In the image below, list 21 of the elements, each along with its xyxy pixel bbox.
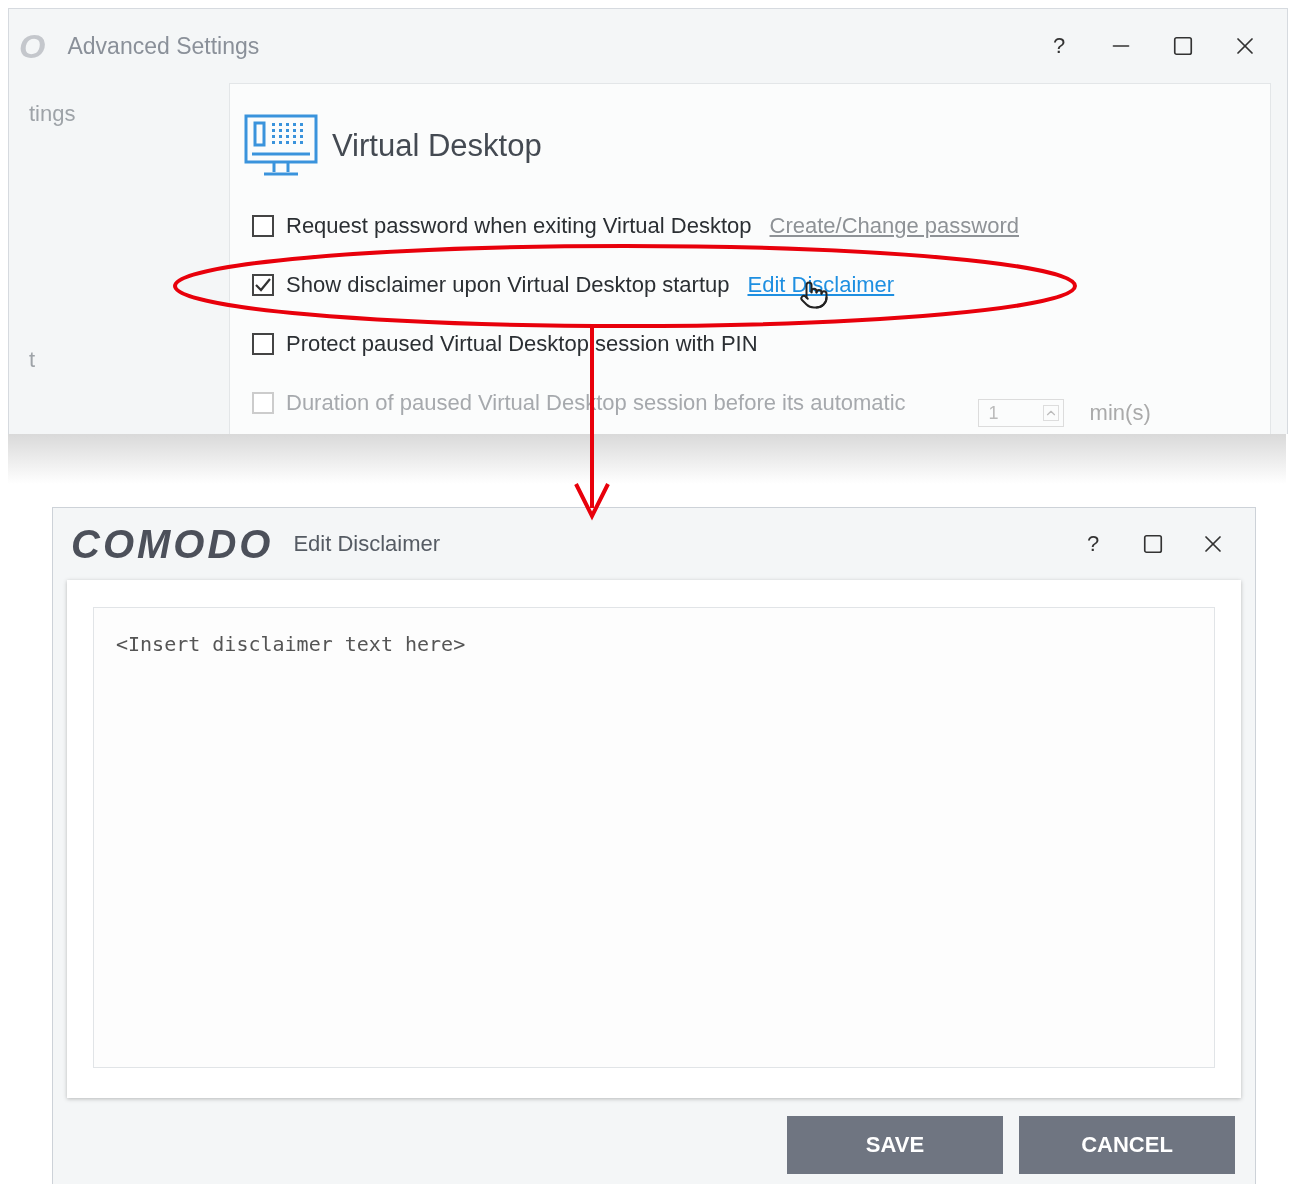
option-label: Request password when exiting Virtual Desktop — [286, 213, 752, 239]
window-title: Advanced Settings — [67, 32, 261, 60]
checkbox[interactable] — [252, 215, 274, 237]
section-title: Virtual Desktop — [332, 128, 542, 164]
sidebar-item[interactable]: t — [29, 347, 229, 373]
option-label: Show disclaimer upon Virtual Desktop startup — [286, 272, 730, 298]
checkbox[interactable] — [252, 274, 274, 296]
cancel-button[interactable]: CANCEL — [1019, 1116, 1235, 1174]
disclaimer-text-field[interactable]: <Insert disclaimer text here> — [93, 607, 1215, 1068]
unit-label: min(s) — [1089, 400, 1151, 426]
dialog-title: Edit Disclaimer — [293, 531, 442, 557]
logo: COMODO — [71, 521, 274, 567]
option-label: Protect paused Virtual Desktop session with PIN — [286, 331, 758, 357]
spinner-value: 1 — [988, 402, 999, 424]
sidebar-item[interactable]: tings — [29, 101, 229, 127]
help-button[interactable]: ? — [1039, 33, 1079, 59]
help-button[interactable]: ? — [1073, 531, 1113, 557]
checkbox[interactable] — [252, 333, 274, 355]
monitor-icon — [244, 114, 318, 178]
link[interactable]: Edit Disclaimer — [747, 272, 895, 298]
save-button[interactable]: SAVE — [787, 1116, 1003, 1174]
